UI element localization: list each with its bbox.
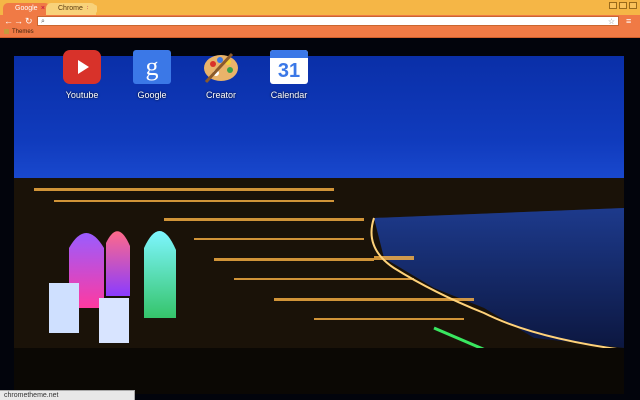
bookmarks-bar: Themes <box>0 28 640 38</box>
close-icon[interactable]: × <box>41 3 45 15</box>
shortcut-youtube[interactable]: Youtube <box>52 50 112 110</box>
search-icon: ⌕ <box>41 18 45 25</box>
calendar-icon: 31 <box>270 50 308 84</box>
minimize-button[interactable] <box>609 2 617 9</box>
city-skyline-image <box>14 178 624 394</box>
toolbar: ← → ↻ ⌕ ☆ ≡ <box>0 15 640 28</box>
google-icon: g <box>133 50 171 84</box>
new-tab-button[interactable] <box>88 5 97 13</box>
palette-icon <box>202 50 240 84</box>
window-controls <box>609 2 637 9</box>
shortcut-label: Creator <box>205 90 236 100</box>
shortcut-creator[interactable]: Creator <box>191 50 251 110</box>
status-bar: chrometheme.net <box>0 390 135 400</box>
back-arrow-icon[interactable]: ← <box>4 16 13 27</box>
new-tab-page: Youtube g Google Creator 31 Calendar <box>0 38 640 400</box>
shortcut-label: Youtube <box>65 90 99 100</box>
title-bar: Google × Chrome × <box>0 0 640 15</box>
bookmark-label: Themes <box>12 29 34 35</box>
tab-label: Google <box>15 5 38 12</box>
omnibox[interactable]: ⌕ ☆ <box>37 16 619 26</box>
folder-icon <box>4 29 9 34</box>
shortcut-label: Google <box>137 90 167 100</box>
tab-label: Chrome <box>58 5 83 12</box>
shortcut-label: Calendar <box>270 90 308 100</box>
calendar-day-number: 31 <box>277 60 301 82</box>
youtube-icon <box>63 50 101 84</box>
bookmark-themes[interactable]: Themes <box>4 28 34 37</box>
menu-icon[interactable]: ≡ <box>626 16 631 27</box>
shortcut-google[interactable]: g Google <box>122 50 182 110</box>
tab-google[interactable]: Google × <box>3 3 50 15</box>
maximize-button[interactable] <box>619 2 627 9</box>
close-window-button[interactable] <box>629 2 637 9</box>
reload-icon[interactable]: ↻ <box>25 16 33 27</box>
star-icon[interactable]: ☆ <box>608 17 615 26</box>
forward-arrow-icon[interactable]: → <box>14 16 23 27</box>
shortcut-calendar[interactable]: 31 Calendar <box>259 50 319 110</box>
